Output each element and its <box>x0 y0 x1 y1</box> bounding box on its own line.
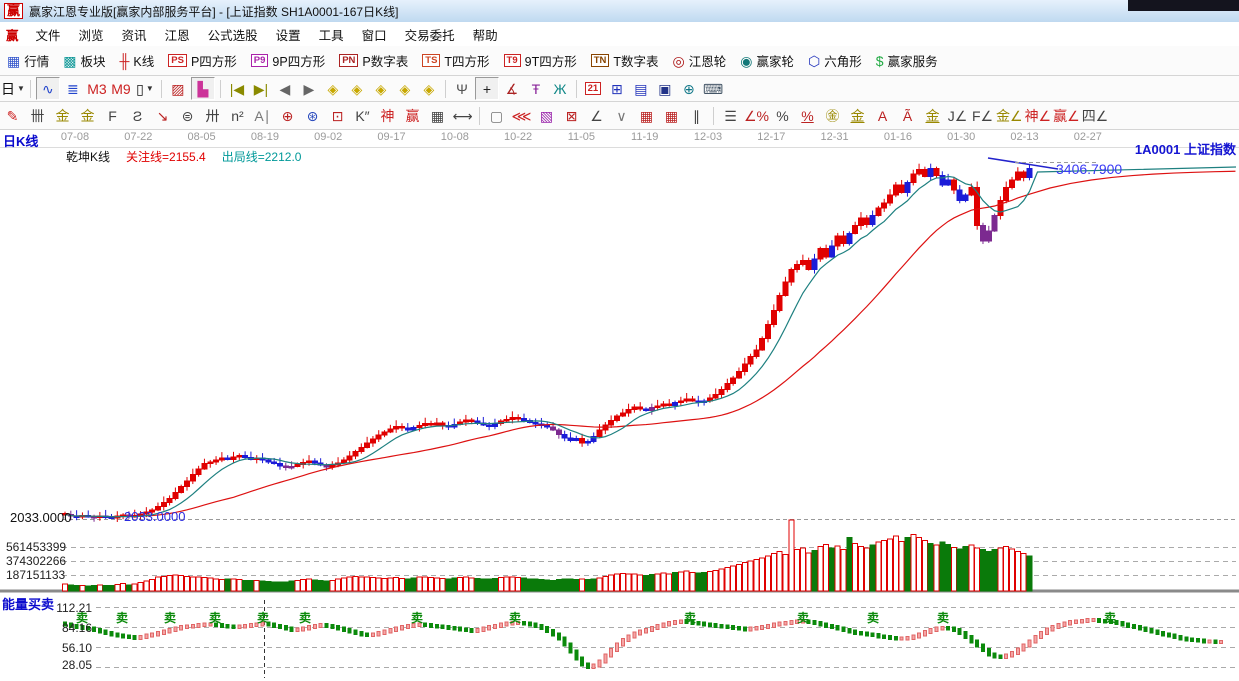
price-low-marker-label: 2033.0000 <box>124 509 185 524</box>
symbol-label: 1A0001 上证指数 <box>1135 139 1236 158</box>
sell-marker: 卖 <box>164 610 176 625</box>
indicator-axis-3: 56.10 <box>30 641 92 655</box>
date-tick-01-16: 01-16 <box>884 131 912 143</box>
indicator-axis-4: 28.05 <box>30 658 92 672</box>
sell-marker: 卖 <box>257 610 269 625</box>
sell-marker: 卖 <box>867 610 879 625</box>
date-tick-02-13: 02-13 <box>1010 131 1038 143</box>
date-tick-11-05: 11-05 <box>568 131 595 143</box>
date-tick-12-17: 12-17 <box>757 131 785 143</box>
date-tick-12-03: 12-03 <box>694 131 722 143</box>
volume-axis-2: 374302266 <box>6 554 66 568</box>
date-tick-10-22: 10-22 <box>504 131 532 143</box>
date-tick-09-17: 09-17 <box>377 131 405 143</box>
price-current-label: 3406.7900 <box>1056 161 1122 177</box>
sell-marker: 卖 <box>411 610 423 625</box>
date-tick-08-05: 08-05 <box>188 131 216 143</box>
sell-marker: 卖 <box>509 610 521 625</box>
sell-marker: 卖 <box>209 610 221 625</box>
indicator-axis-1: 112.21 <box>30 601 92 615</box>
attention-line-label: 关注线=2155.4 <box>126 148 206 165</box>
date-tick-01-30: 01-30 <box>947 131 975 143</box>
indicator-axis-2: 84.16 <box>30 621 92 635</box>
volume-axis-1: 561453399 <box>6 540 66 554</box>
chart-canvas[interactable]: 卖卖卖卖卖卖卖卖卖卖卖卖卖 <box>0 0 1239 681</box>
volume-axis-3: 187151133 <box>6 568 65 582</box>
date-tick-10-08: 10-08 <box>441 131 469 143</box>
date-tick-08-19: 08-19 <box>251 131 279 143</box>
date-tick-07-08: 07-08 <box>61 131 89 143</box>
sell-marker: 卖 <box>299 610 311 625</box>
date-tick-12-31: 12-31 <box>821 131 849 143</box>
sell-marker: 卖 <box>1104 610 1116 625</box>
date-axis: 07-08 07-22 08-05 08-19 09-02 09-17 10-08 10-22… <box>0 131 1239 147</box>
date-tick-07-22: 07-22 <box>124 131 152 143</box>
sell-marker: 卖 <box>937 610 949 625</box>
sell-marker: 卖 <box>684 610 696 625</box>
exit-line-label: 出局线=2212.0 <box>222 148 302 165</box>
sell-marker: 卖 <box>116 610 128 625</box>
qiankun-kline-label: 乾坤K线 <box>66 148 110 165</box>
date-tick-02-27: 02-27 <box>1074 131 1102 143</box>
sell-marker: 卖 <box>797 610 809 625</box>
date-tick-09-02: 09-02 <box>314 131 342 143</box>
date-tick-11-19: 11-19 <box>631 131 658 143</box>
price-low-label: 2033.0000 <box>10 510 71 525</box>
